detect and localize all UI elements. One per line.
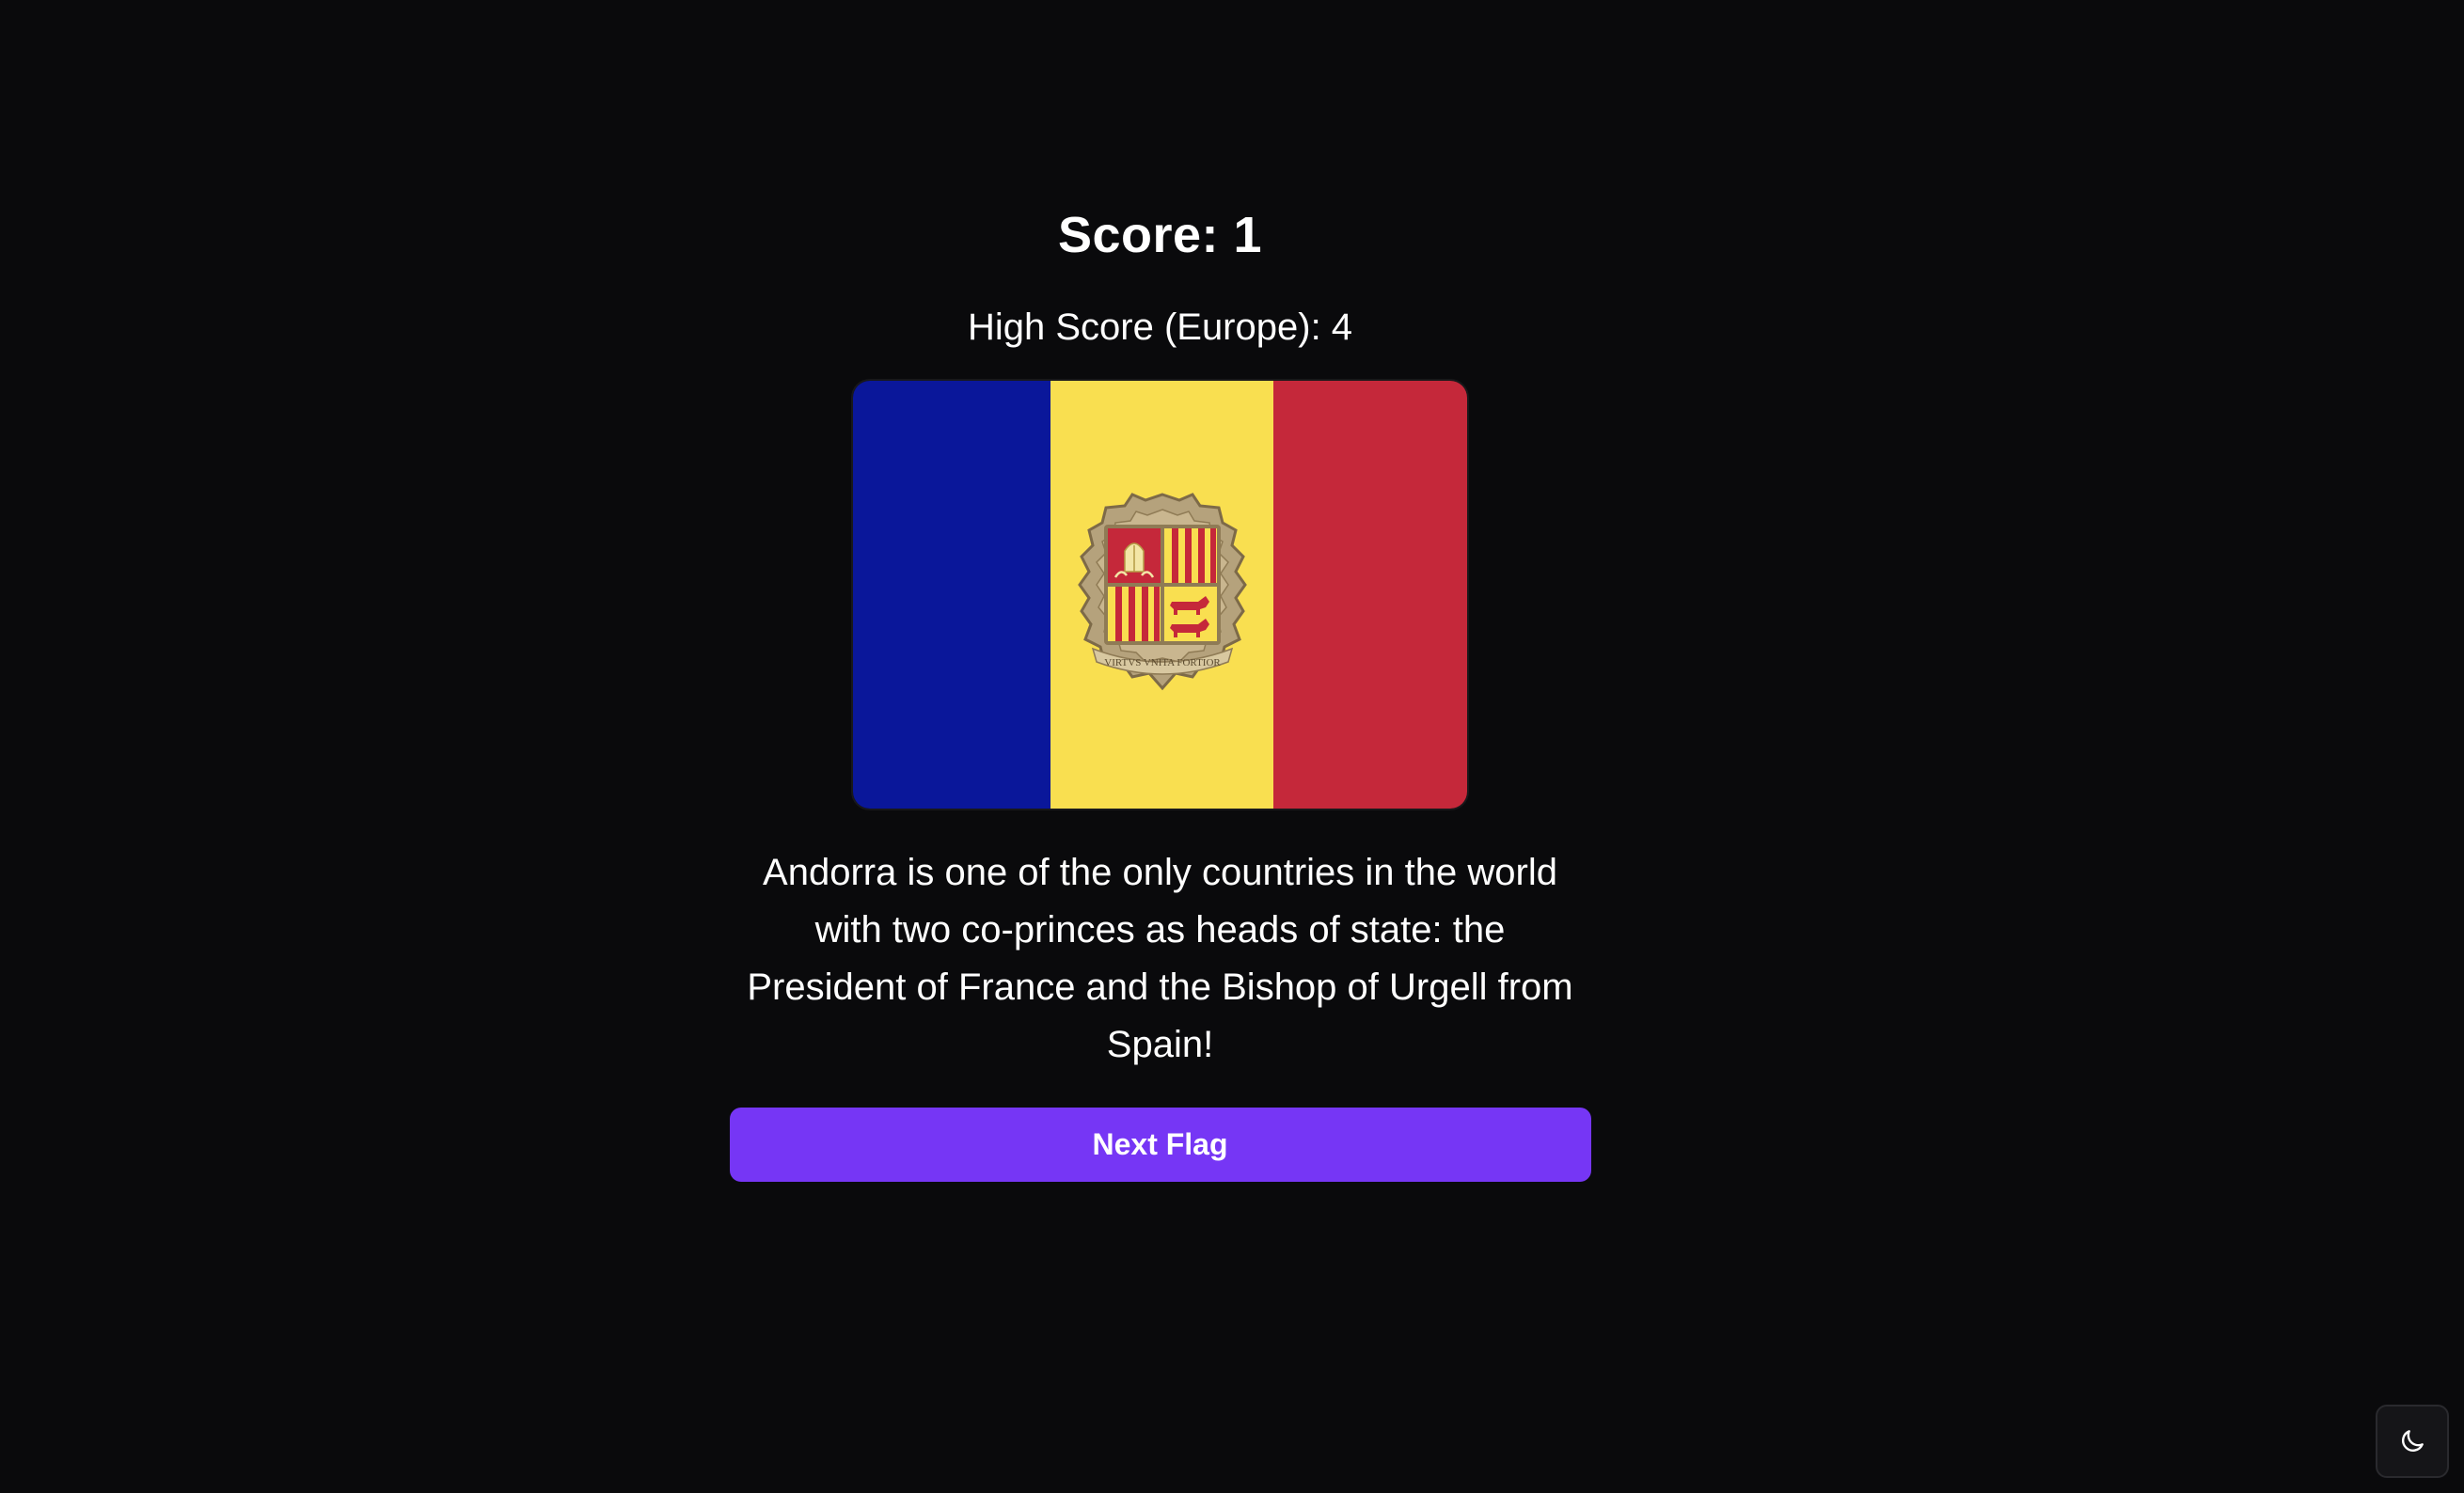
flag-stripe-yellow: VIRTVS VNITA FORTIOR <box>1050 381 1273 809</box>
quiz-container: Score: 1 High Score (Europe): 4 VIRTVS V… <box>0 0 2320 1182</box>
next-flag-button[interactable]: Next Flag <box>729 1108 1591 1182</box>
moon-icon <box>2402 1430 2424 1452</box>
theme-toggle-button[interactable] <box>2376 1405 2449 1478</box>
high-score-text: High Score (Europe): 4 <box>967 306 1353 348</box>
coat-of-arms-icon: VIRTVS VNITA FORTIOR <box>1077 493 1247 691</box>
fun-fact-text: Andorra is one of the only countries in … <box>747 852 1573 1065</box>
score-heading: Score: 1 <box>1057 207 1263 263</box>
flag-image: VIRTVS VNITA FORTIOR <box>851 379 1469 810</box>
flag-stripe-blue <box>853 381 1050 809</box>
flag-stripe-red <box>1273 381 1467 809</box>
coat-motto-text: VIRTVS VNITA FORTIOR <box>1104 657 1221 668</box>
